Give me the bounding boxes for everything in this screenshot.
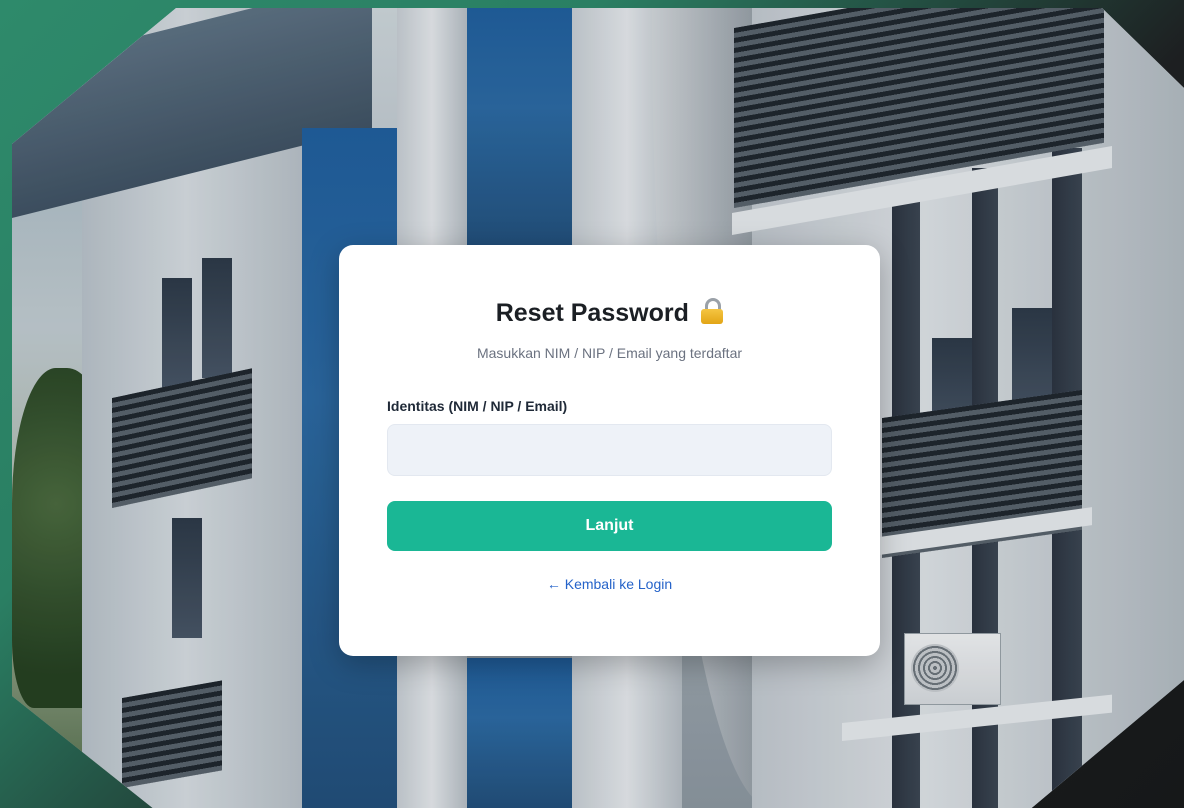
identity-input[interactable] — [387, 424, 832, 476]
card-subtitle: Masukkan NIM / NIP / Email yang terdafta… — [476, 345, 743, 361]
page-background: Reset Password Masukkan NIM / NIP / Emai… — [0, 0, 1184, 808]
card-title-row: Reset Password — [387, 295, 832, 331]
page-title: Reset Password — [495, 299, 689, 327]
continue-button[interactable]: Lanjut — [387, 501, 832, 551]
back-to-login-link[interactable]: ← Kembali ke Login — [387, 576, 832, 592]
identity-field-label: Identitas (NIM / NIP / Email) — [387, 398, 568, 414]
reset-password-card: Reset Password Masukkan NIM / NIP / Emai… — [339, 245, 880, 656]
lock-icon — [701, 298, 724, 324]
